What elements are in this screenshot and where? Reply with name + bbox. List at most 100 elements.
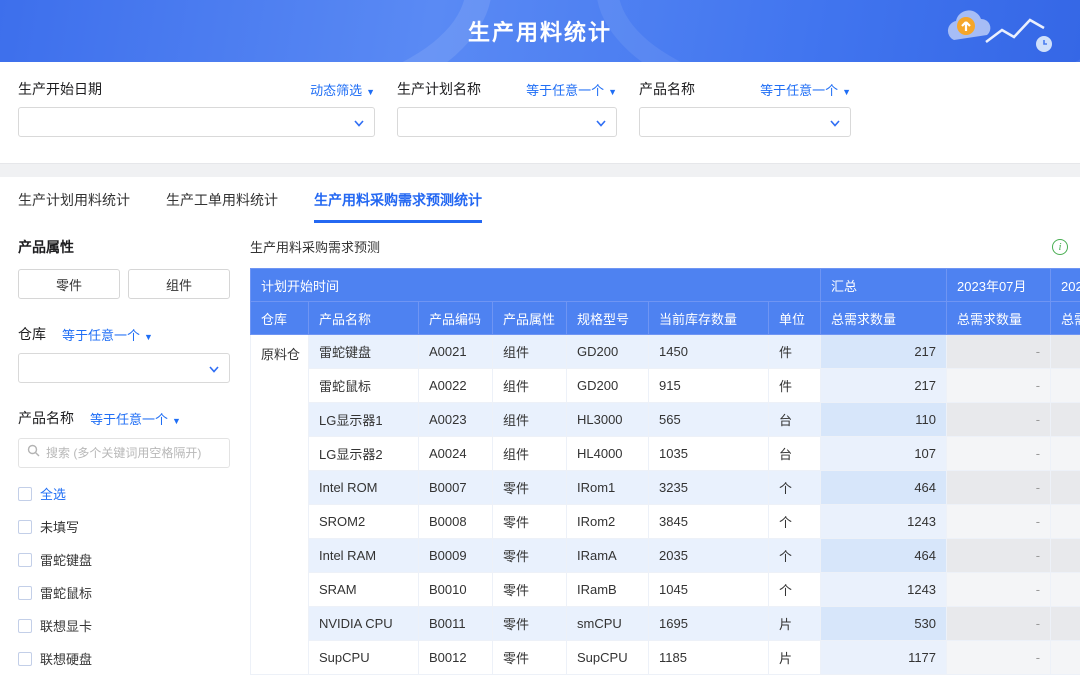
cell: NVIDIA CPU xyxy=(309,607,419,641)
cell: IRamA xyxy=(567,539,649,573)
cell: SRAM xyxy=(309,573,419,607)
warehouse-operator[interactable]: 等于任意一个▼ xyxy=(62,325,153,344)
cell: 530 xyxy=(821,607,947,641)
cell: - xyxy=(947,641,1051,675)
checkbox[interactable] xyxy=(18,520,32,534)
cell: - xyxy=(947,505,1051,539)
filter-label-row: 产品名称 等于任意一个▼ xyxy=(639,78,851,100)
attribute-button[interactable]: 组件 xyxy=(128,269,230,299)
search-icon xyxy=(27,444,40,462)
select-all-label: 全选 xyxy=(40,484,66,503)
checklist-label: 联想显卡 xyxy=(40,616,92,635)
checklist-item[interactable]: 联想硬盘 xyxy=(18,649,230,668)
select-all-row[interactable]: 全选 xyxy=(18,484,230,503)
cell: - xyxy=(947,539,1051,573)
filter-label: 生产计划名称 xyxy=(397,79,481,99)
tab-1[interactable]: 生产计划用料统计 xyxy=(18,177,130,223)
checklist-item[interactable]: 未填写 xyxy=(18,517,230,536)
chevron-down-icon xyxy=(208,362,220,380)
checkbox[interactable] xyxy=(18,652,32,666)
cell: A0023 xyxy=(419,403,493,437)
cell: 1695 xyxy=(649,607,769,641)
cell: 464 xyxy=(821,471,947,505)
checkbox[interactable] xyxy=(18,553,32,567)
filter-select[interactable] xyxy=(18,107,375,137)
product-operator[interactable]: 等于任意一个▼ xyxy=(90,409,181,428)
info-icon[interactable]: i xyxy=(1052,239,1068,255)
cell: 1243 xyxy=(821,505,947,539)
warehouse-label: 仓库 xyxy=(18,324,46,344)
tab-2[interactable]: 生产工单用料统计 xyxy=(166,177,278,223)
cell: 零件 xyxy=(493,607,567,641)
checkbox[interactable] xyxy=(18,619,32,633)
cell: 组件 xyxy=(493,403,567,437)
filter-bar: 生产开始日期 动态筛选 ▼ 生产计划名称 等于任意一个 ▼ 产品名称 等于任意一个▼ xyxy=(0,62,1080,163)
filter-select[interactable] xyxy=(639,107,851,137)
select-all-checkbox[interactable] xyxy=(18,487,32,501)
checklist-item[interactable]: 雷蛇键盘 xyxy=(18,550,230,569)
filter-label: 产品名称 xyxy=(639,79,695,99)
warehouse-select[interactable] xyxy=(18,353,230,383)
checklist-item[interactable]: 联想显卡 xyxy=(18,616,230,635)
cell: 片 xyxy=(769,607,821,641)
checklist-label: 未填写 xyxy=(40,517,79,536)
column-header: 总需求数量 xyxy=(947,302,1051,335)
cell xyxy=(1051,403,1080,437)
checkbox[interactable] xyxy=(18,586,32,600)
tab-3[interactable]: 生产用料采购需求预测统计 xyxy=(314,177,482,223)
cell: 个 xyxy=(769,573,821,607)
cell xyxy=(1051,335,1080,369)
cell: SupCPU xyxy=(567,641,649,675)
filter-operator[interactable]: 等于任意一个▼ xyxy=(760,80,851,99)
cell: 915 xyxy=(649,369,769,403)
cell: 217 xyxy=(821,369,947,403)
cloud-chart-icon xyxy=(936,10,1056,59)
table-row: Intel RAMB0009零件IRamA2035个464- xyxy=(251,539,1080,573)
filter-select[interactable] xyxy=(397,107,617,137)
cell xyxy=(1051,505,1080,539)
cell: 件 xyxy=(769,369,821,403)
filter-operator-text: 等于任意一个 xyxy=(526,83,604,98)
cell: A0021 xyxy=(419,335,493,369)
filter-operator-text: 动态筛选 xyxy=(310,83,362,98)
filter-operator[interactable]: 动态筛选 ▼ xyxy=(310,80,375,99)
attribute-button[interactable]: 零件 xyxy=(18,269,120,299)
cell: SROM2 xyxy=(309,505,419,539)
warehouse-filter-row: 仓库 等于任意一个▼ xyxy=(18,323,230,345)
cell: - xyxy=(947,369,1051,403)
cell: 1177 xyxy=(821,641,947,675)
filter-operator[interactable]: 等于任意一个 ▼ xyxy=(526,80,617,99)
cell: 565 xyxy=(649,403,769,437)
caret-down-icon: ▼ xyxy=(608,87,617,97)
cell: 组件 xyxy=(493,335,567,369)
group-header-plan-time: 计划开始时间 xyxy=(251,269,821,302)
product-attribute-title: 产品属性 xyxy=(18,237,230,257)
column-header: 产品属性 xyxy=(493,302,567,335)
product-checklist: 未填写雷蛇键盘雷蛇鼠标联想显卡联想硬盘联想主板 xyxy=(18,517,230,684)
checklist-item[interactable]: 雷蛇鼠标 xyxy=(18,583,230,602)
tabs: 生产计划用料统计生产工单用料统计生产用料采购需求预测统计 xyxy=(0,177,1080,223)
cell: A0024 xyxy=(419,437,493,471)
cell: 3235 xyxy=(649,471,769,505)
product-search-input[interactable] xyxy=(46,446,221,460)
chevron-down-icon xyxy=(353,116,365,134)
table-row: LG显示器1A0023组件HL3000565台110- xyxy=(251,403,1080,437)
filter-label-row: 生产开始日期 动态筛选 ▼ xyxy=(18,78,375,100)
caret-down-icon: ▼ xyxy=(366,87,375,97)
cell xyxy=(1051,437,1080,471)
main-header: 生产用料采购需求预测 i xyxy=(250,237,1080,256)
cell: 个 xyxy=(769,539,821,573)
cell: 1450 xyxy=(649,335,769,369)
chevron-down-icon xyxy=(829,116,841,134)
checklist-label: 联想硬盘 xyxy=(40,649,92,668)
caret-down-icon: ▼ xyxy=(172,416,181,426)
cell: HL3000 xyxy=(567,403,649,437)
filter-label: 生产开始日期 xyxy=(18,79,102,99)
group-header-month-2: 2023年 xyxy=(1051,269,1080,302)
content: 产品属性 零件组件 仓库 等于任意一个▼ 产品名称 等于任意一个▼ xyxy=(0,223,1080,684)
column-header: 单位 xyxy=(769,302,821,335)
cell: 组件 xyxy=(493,369,567,403)
cell: 1035 xyxy=(649,437,769,471)
cell: 雷蛇键盘 xyxy=(309,335,419,369)
cell: 个 xyxy=(769,505,821,539)
